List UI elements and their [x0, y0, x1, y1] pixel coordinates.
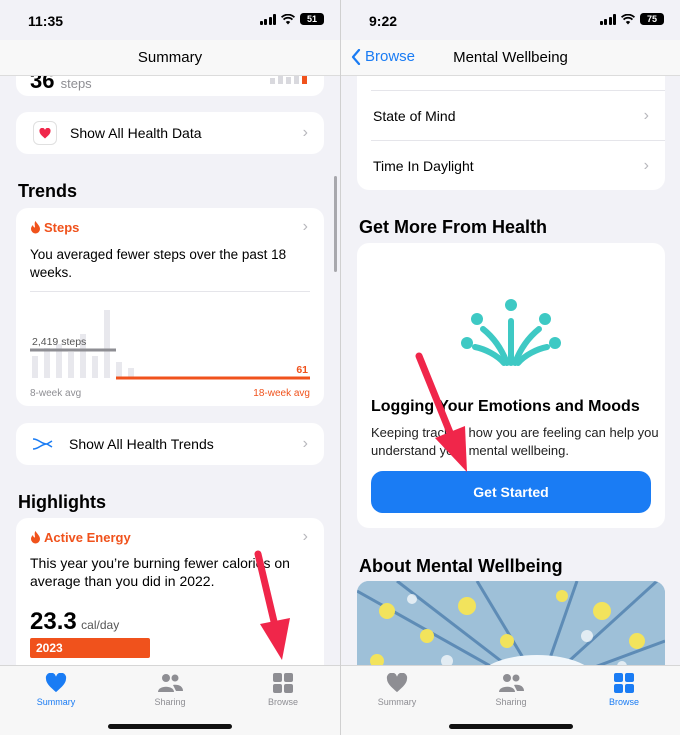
tab-sharing[interactable]: Sharing	[130, 672, 210, 707]
chevron-right-icon: ›	[302, 218, 308, 235]
nav-bar: Browse Mental Wellbeing	[341, 40, 680, 76]
about-heading: About Mental Wellbeing	[359, 556, 563, 576]
home-indicator	[449, 724, 573, 729]
card-title: Logging Your Emotions and Moods	[371, 398, 640, 415]
page-title: Summary	[137, 49, 203, 66]
status-bar: 9:22 75	[341, 0, 680, 40]
show-all-health-trends[interactable]: Show All Health Trends ›	[16, 423, 324, 465]
chevron-right-icon: ›	[302, 435, 308, 452]
heart-icon	[45, 673, 67, 693]
chevron-right-icon: ›	[302, 124, 308, 141]
avg-steps-label: 2,419 steps	[32, 336, 87, 348]
page-title: Mental Wellbeing	[453, 49, 568, 66]
mental-wellbeing-list: State of Mind › Time In Daylight ›	[357, 56, 665, 190]
list-item-label: Time In Daylight	[373, 157, 474, 174]
wifi-icon	[281, 13, 295, 24]
status-time: 9:22	[369, 13, 398, 29]
x-label-left: 8-week avg	[30, 388, 82, 399]
people-icon	[158, 674, 183, 692]
list-item-time-in-daylight[interactable]: Time In Daylight ›	[357, 141, 665, 190]
trend-summary: You averaged fewer steps over the past 1…	[30, 247, 287, 280]
show-all-trends-label: Show All Health Trends	[69, 436, 214, 452]
steps-trend-card[interactable]: Steps › You averaged fewer steps over th…	[16, 208, 324, 406]
trends-icon	[32, 438, 53, 450]
highlight-metric-name: Active Energy	[44, 530, 131, 545]
battery-icon: 51	[300, 13, 324, 25]
highlights-heading: Highlights	[18, 492, 106, 512]
wifi-icon	[621, 13, 635, 24]
get-started-button[interactable]: Get Started	[371, 471, 651, 513]
list-item-label: State of Mind	[373, 107, 456, 124]
flame-icon	[31, 221, 40, 234]
tab-sharing[interactable]: Sharing	[471, 672, 551, 707]
year-bar: 2023	[30, 638, 150, 658]
status-time: 11:35	[28, 13, 64, 29]
battery-icon: 75	[640, 13, 664, 25]
phone-screen-summary: 11:35 51 Summary 36 steps Show All Healt…	[0, 0, 340, 735]
chevron-right-icon: ›	[643, 156, 649, 174]
tab-summary[interactable]: Summary	[357, 672, 437, 707]
get-started-label: Get Started	[473, 484, 549, 500]
tab-browse[interactable]: Browse	[584, 672, 664, 707]
heart-icon	[386, 673, 408, 693]
grid-icon	[273, 673, 293, 693]
scroll-indicator	[334, 176, 337, 272]
tab-bar: Summary Sharing Browse	[0, 665, 340, 735]
list-item-state-of-mind[interactable]: State of Mind ›	[357, 91, 665, 140]
chevron-right-icon: ›	[643, 106, 649, 124]
home-indicator	[108, 724, 232, 729]
status-bar: 11:35 51	[0, 0, 340, 40]
trends-heading: Trends	[18, 181, 78, 201]
recent-steps-value: 61	[296, 364, 308, 376]
card-body: Keeping track of how you are feeling can…	[371, 425, 659, 458]
active-energy-highlight-card[interactable]: Active Energy › This year you’re burning…	[16, 518, 324, 688]
flame-icon	[31, 531, 40, 544]
people-icon	[499, 674, 524, 692]
get-more-heading: Get More From Health	[359, 217, 548, 237]
heart-tile-icon	[33, 121, 57, 145]
signal-icon	[259, 13, 276, 25]
show-all-data-label: Show All Health Data	[70, 125, 202, 141]
show-all-health-data[interactable]: Show All Health Data ›	[16, 112, 324, 154]
highlight-summary: This year you’re burning fewer calories …	[30, 555, 290, 589]
steps-unit: steps	[60, 76, 92, 91]
signal-icon	[599, 13, 616, 25]
tab-bar: Summary Sharing Browse	[341, 665, 680, 735]
tab-summary[interactable]: Summary	[16, 672, 96, 707]
year-label: 2023	[36, 641, 63, 655]
logging-emotions-card: Logging Your Emotions and Moods Keeping …	[357, 243, 665, 528]
trend-metric-name: Steps	[44, 220, 80, 235]
phone-screen-mental-wellbeing: 9:22 75 Browse Mental Wellbeing State of…	[340, 0, 680, 735]
state-of-mind-icon	[461, 299, 561, 366]
nav-bar: Summary	[0, 40, 340, 76]
x-label-right: 18-week avg	[253, 388, 310, 399]
highlight-unit: cal/day	[81, 618, 120, 632]
highlight-value: 23.3	[30, 608, 77, 635]
chevron-right-icon: ›	[302, 528, 308, 545]
grid-icon	[614, 673, 634, 693]
tab-browse[interactable]: Browse	[243, 672, 323, 707]
